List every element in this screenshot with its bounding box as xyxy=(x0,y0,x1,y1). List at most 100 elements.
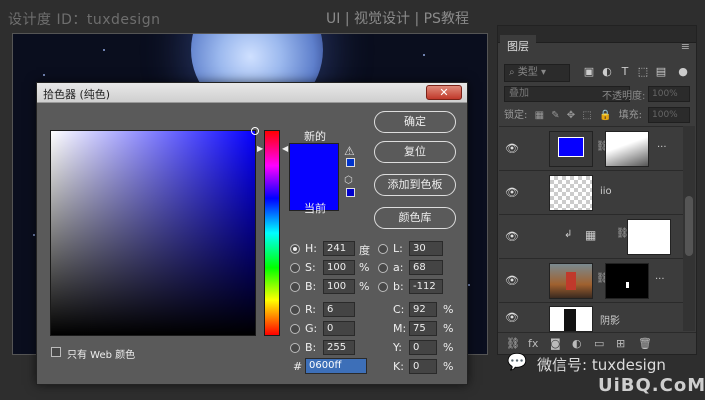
type-filter-icon[interactable]: T xyxy=(618,65,632,79)
layer-name: 阴影 xyxy=(600,316,620,327)
k-label: K: xyxy=(393,360,404,373)
close-button[interactable]: ✕ xyxy=(426,85,462,100)
hex-field[interactable]: 0600ff xyxy=(305,358,367,374)
delete-layer-icon[interactable]: 🗑 xyxy=(638,337,652,350)
color-marker[interactable] xyxy=(251,127,259,135)
layer-row[interactable]: 👁 ↲ ▦ ⛓ xyxy=(499,214,685,258)
s-field[interactable]: 100 xyxy=(323,260,355,275)
visibility-eye-icon[interactable]: 👁 xyxy=(505,142,519,155)
hue-slider-arrow-right[interactable]: ◀ xyxy=(282,144,288,153)
s-label: S: xyxy=(305,261,316,274)
layer-row[interactable]: 👁 阴影 xyxy=(499,302,685,332)
lock-all-icon[interactable]: 🔒 xyxy=(599,110,611,121)
lock-move-icon[interactable]: ✥ xyxy=(567,110,575,121)
visibility-eye-icon[interactable]: 👁 xyxy=(505,311,519,324)
layer-name: ... xyxy=(655,271,665,282)
adjustment-layer-icon: ▦ xyxy=(585,228,597,242)
add-mask-icon[interactable]: ◙ xyxy=(550,337,561,350)
current-color-label: 当前 xyxy=(304,202,326,215)
radio-a[interactable] xyxy=(378,263,388,273)
layers-scrollbar[interactable] xyxy=(683,126,695,331)
m-label: M: xyxy=(393,322,407,335)
layer-mask-thumbnail[interactable] xyxy=(627,219,671,255)
clip-arrow-icon: ↲ xyxy=(564,229,573,240)
c-field[interactable]: 92 xyxy=(409,302,437,317)
visibility-eye-icon[interactable]: 👁 xyxy=(505,274,519,287)
l-field[interactable]: 30 xyxy=(409,241,443,256)
color-picker-dialog: 拾色器 (纯色) ✕ ▶ ◀ 新的 当前 ⚠ ⬡ 确定 复位 添加到色板 颜色库… xyxy=(36,82,468,385)
radio-h[interactable] xyxy=(290,244,300,254)
y-field[interactable]: 0 xyxy=(409,340,437,355)
gamut-swatch[interactable] xyxy=(346,158,355,167)
visibility-eye-icon[interactable]: 👁 xyxy=(505,186,519,199)
site-watermark: UiBQ.CoM xyxy=(598,375,705,396)
y-label: Y: xyxy=(393,341,402,354)
adjustment-filter-icon[interactable]: ◐ xyxy=(600,65,614,79)
smart-object-filter-icon[interactable]: ▤ xyxy=(654,65,668,79)
radio-b[interactable] xyxy=(290,282,300,292)
r-label: R: xyxy=(305,303,317,316)
filter-toggle-icon[interactable]: ● xyxy=(676,65,690,79)
h-field[interactable]: 241 xyxy=(323,241,355,256)
g-field[interactable]: 0 xyxy=(323,321,355,336)
web-safe-cube-icon[interactable]: ⬡ xyxy=(344,175,353,186)
b-field[interactable]: 100 xyxy=(323,279,355,294)
radio-lab-b[interactable] xyxy=(378,282,388,292)
pixel-filter-icon[interactable]: ▣ xyxy=(582,65,596,79)
new-color-swatch xyxy=(289,143,339,177)
fill-field[interactable]: 100% xyxy=(648,107,690,123)
radio-l[interactable] xyxy=(378,244,388,254)
b-label: B: xyxy=(305,280,317,293)
layers-panel: 图层 ≡ ⌕ 类型 ▾ ▣ ◐ T ⬚ ▤ ● 叠加 不透明度: 100% 锁定… xyxy=(497,25,697,355)
adjustment-icon[interactable]: ◐ xyxy=(572,337,582,350)
k-unit: % xyxy=(443,360,454,373)
lock-artboard-icon[interactable]: ⬚ xyxy=(582,110,591,121)
opacity-field[interactable]: 100% xyxy=(648,86,690,102)
lock-transparent-icon[interactable]: ▦ xyxy=(535,110,544,121)
saturation-brightness-field[interactable] xyxy=(50,127,259,336)
layer-mask-thumbnail[interactable] xyxy=(605,263,649,299)
web-safe-swatch[interactable] xyxy=(346,188,355,197)
h-unit: 度 xyxy=(359,244,370,257)
blend-mode-label: 叠加 xyxy=(509,88,529,99)
layer-row[interactable]: 👁 ⛓ ... xyxy=(499,126,685,170)
web-colors-only-checkbox[interactable] xyxy=(51,347,61,357)
new-layer-icon[interactable]: ⊞ xyxy=(616,337,625,350)
ok-button[interactable]: 确定 xyxy=(374,111,456,133)
reset-button[interactable]: 复位 xyxy=(374,141,456,163)
m-field[interactable]: 75 xyxy=(409,321,437,336)
layer-mask-thumbnail[interactable] xyxy=(605,131,649,167)
layer-row[interactable]: 👁 iio xyxy=(499,170,685,214)
color-libraries-button[interactable]: 颜色库 xyxy=(374,207,456,229)
lab-b-field[interactable]: -112 xyxy=(409,279,443,294)
k-field[interactable]: 0 xyxy=(409,359,437,374)
l-label: L: xyxy=(393,242,403,255)
wechat-watermark: 微信号: tuxdesign xyxy=(537,356,666,374)
group-folder-icon[interactable]: ▭ xyxy=(594,337,604,350)
fx-icon[interactable]: fx xyxy=(528,337,538,350)
a-field[interactable]: 68 xyxy=(409,260,443,275)
filter-kind-select[interactable]: ⌕ 类型 ▾ xyxy=(504,64,570,82)
link-layers-icon[interactable]: ⛓ xyxy=(506,337,520,350)
radio-g[interactable] xyxy=(290,324,300,334)
r-field[interactable]: 6 xyxy=(323,302,355,317)
rgb-b-field[interactable]: 255 xyxy=(323,340,355,355)
hue-slider[interactable] xyxy=(264,130,280,336)
rgb-b-label: B: xyxy=(305,341,317,354)
gamut-warning-icon[interactable]: ⚠ xyxy=(344,144,355,158)
panel-menu-icon[interactable]: ≡ xyxy=(681,40,690,53)
add-to-swatches-button[interactable]: 添加到色板 xyxy=(374,174,456,196)
radio-r[interactable] xyxy=(290,305,300,315)
radio-s[interactable] xyxy=(290,263,300,273)
wechat-icon: 💬 xyxy=(507,352,527,371)
layer-row[interactable]: 👁 ⛓ ... xyxy=(499,258,685,302)
visibility-eye-icon[interactable]: 👁 xyxy=(505,230,519,243)
radio-rgb-b[interactable] xyxy=(290,343,300,353)
hue-slider-arrow-left[interactable]: ▶ xyxy=(257,144,263,153)
lock-paint-icon[interactable]: ✎ xyxy=(551,110,559,121)
b-unit: % xyxy=(359,280,370,293)
tab-layers[interactable]: 图层 xyxy=(500,35,536,59)
shape-filter-icon[interactable]: ⬚ xyxy=(636,65,650,79)
scrollbar-thumb[interactable] xyxy=(685,196,693,256)
opacity-label: 不透明度: xyxy=(602,91,646,102)
